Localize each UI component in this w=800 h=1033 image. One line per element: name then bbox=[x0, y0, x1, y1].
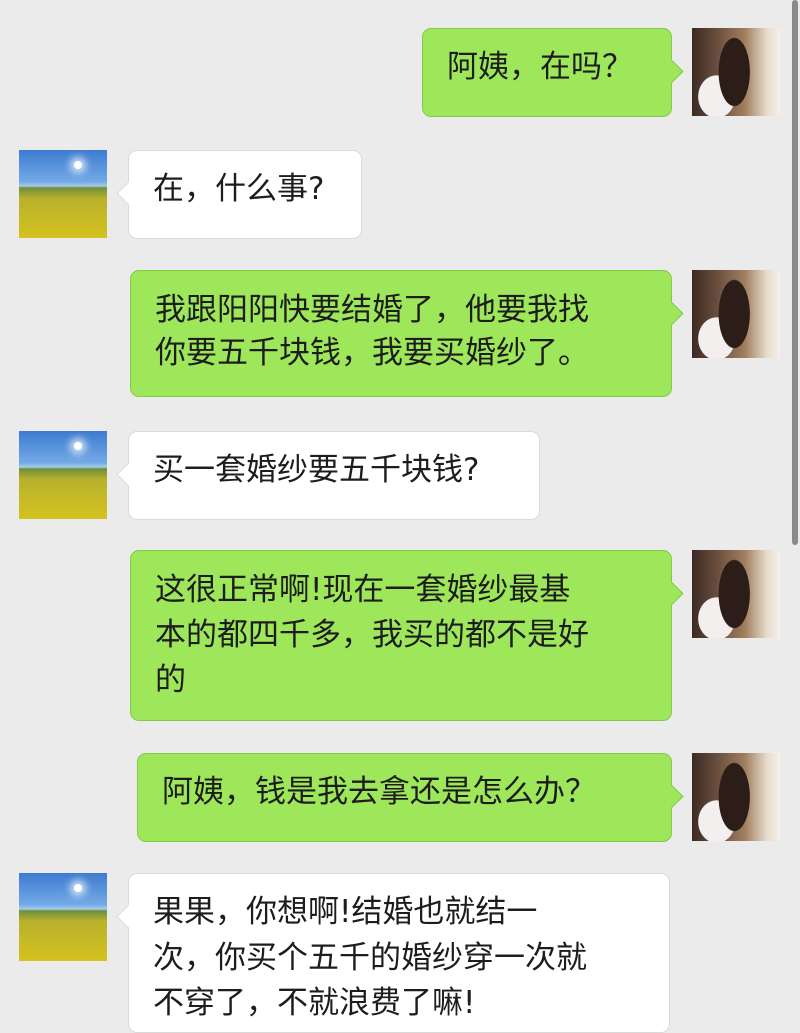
bubble-tail bbox=[116, 181, 141, 206]
message-bubble-received[interactable]: 果果，你想啊!结婚也就结一 次，你买个五千的婚纱穿一次就 不穿了，不就浪费了嘛! bbox=[116, 873, 670, 1033]
sun-glow bbox=[74, 442, 82, 450]
message-text-line: 阿姨，钱是我去拿还是怎么办？ bbox=[162, 774, 596, 810]
avatar-self[interactable] bbox=[692, 550, 780, 638]
message-text-line: 本的都四千多，我买的都不是好 bbox=[155, 617, 589, 653]
message-text-line: 在，什么事? bbox=[153, 171, 325, 207]
avatar-self[interactable] bbox=[692, 753, 780, 841]
message-text-line: 你要五千块钱，我要买婚纱了。 bbox=[155, 335, 589, 371]
bubble-tail bbox=[116, 904, 141, 929]
message-bubble-sent[interactable]: 这很正常啊!现在一套婚纱最基 本的都四千多，我买的都不是好 的 bbox=[130, 550, 684, 721]
avatar-contact[interactable] bbox=[19, 431, 107, 519]
bubble-tail bbox=[659, 301, 684, 326]
message-text-line: 买一套婚纱要五千块钱? bbox=[153, 452, 480, 488]
avatar-contact[interactable] bbox=[19, 150, 107, 238]
scrollbar[interactable] bbox=[792, 0, 798, 545]
message-bubble-sent[interactable]: 阿姨，钱是我去拿还是怎么办？ bbox=[137, 753, 684, 842]
avatar-self[interactable] bbox=[692, 28, 780, 116]
message-text-line: 果果，你想啊!结婚也就结一 bbox=[153, 894, 538, 930]
message-bubble-received[interactable]: 在，什么事? bbox=[116, 150, 362, 239]
message-bubble-sent[interactable]: 我跟阳阳快要结婚了，他要我找 你要五千块钱，我要买婚纱了。 bbox=[130, 270, 684, 397]
chat-area[interactable]: 阿姨，在吗？ 在，什么事? 我跟阳阳快要结婚了，他要我找 你要五千块钱，我要买婚… bbox=[0, 0, 800, 1033]
sun-glow bbox=[74, 884, 82, 892]
message-text-line: 的 bbox=[155, 662, 186, 698]
message-text-line: 这很正常啊!现在一套婚纱最基 bbox=[155, 572, 571, 608]
message-bubble-received[interactable]: 买一套婚纱要五千块钱? bbox=[116, 431, 540, 520]
bubble-tail bbox=[116, 462, 141, 487]
avatar-contact[interactable] bbox=[19, 873, 107, 961]
message-text-line: 不穿了，不就浪费了嘛! bbox=[153, 985, 476, 1021]
bubble-tail bbox=[659, 784, 684, 809]
message-text-line: 次，你买个五千的婚纱穿一次就 bbox=[153, 940, 587, 976]
bubble-tail bbox=[659, 581, 684, 606]
message-bubble-sent[interactable]: 阿姨，在吗？ bbox=[422, 28, 684, 117]
message-text-line: 阿姨，在吗？ bbox=[447, 49, 633, 85]
sun-glow bbox=[74, 161, 82, 169]
bubble-tail bbox=[659, 59, 684, 84]
message-text-line: 我跟阳阳快要结婚了，他要我找 bbox=[155, 292, 589, 328]
avatar-self[interactable] bbox=[692, 270, 780, 358]
